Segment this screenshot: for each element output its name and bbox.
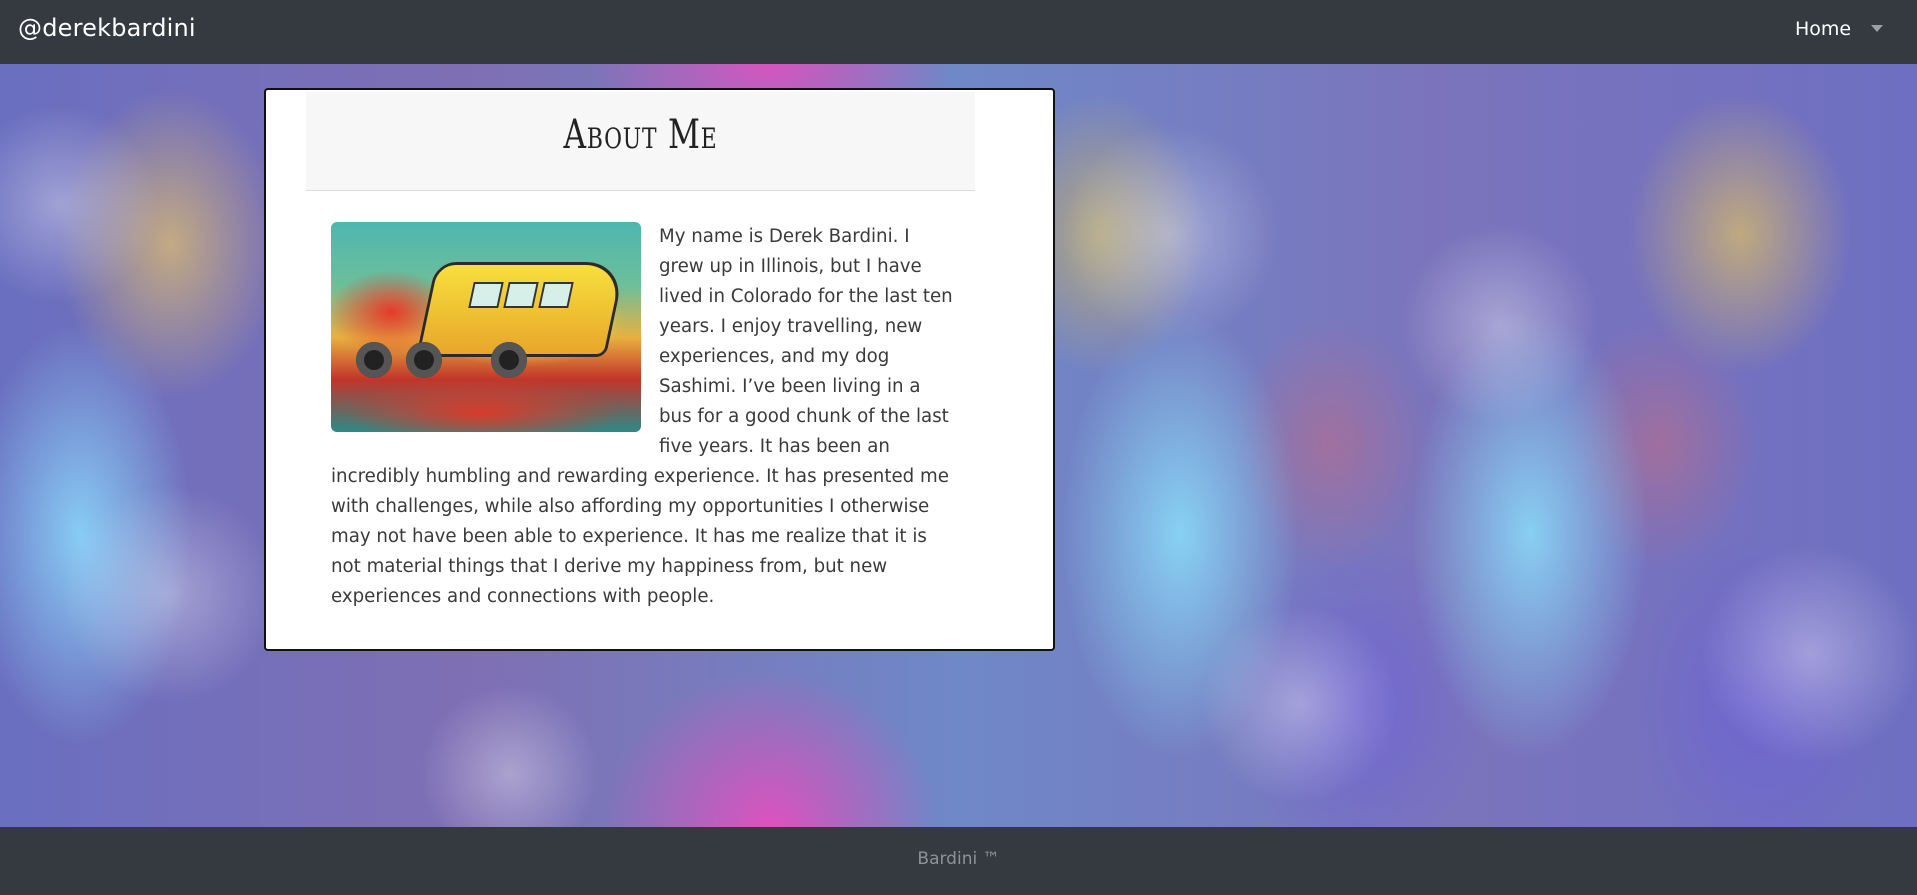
footer: Bardini ™: [0, 827, 1917, 895]
page-title: About Me: [563, 112, 718, 158]
about-card: About Me My name is Derek Bardini. I gre…: [264, 88, 1055, 651]
nav-home-link[interactable]: Home: [1795, 18, 1851, 40]
wheel: [491, 342, 527, 378]
bus-illustration: [415, 262, 627, 357]
bus-window: [538, 282, 574, 308]
card-header: About Me: [306, 92, 975, 191]
navbar: @derekbardini Home: [0, 0, 1917, 64]
wheel: [406, 342, 442, 378]
footer-text: Bardini ™: [917, 849, 1000, 869]
bus-window: [468, 282, 504, 308]
caret-down-icon[interactable]: [1871, 25, 1883, 32]
about-body: My name is Derek Bardini. I grew up in I…: [331, 222, 956, 612]
bus-window: [503, 282, 539, 308]
wheel: [356, 342, 392, 378]
bus-photo: [331, 222, 641, 432]
brand-link[interactable]: @derekbardini: [18, 14, 196, 42]
